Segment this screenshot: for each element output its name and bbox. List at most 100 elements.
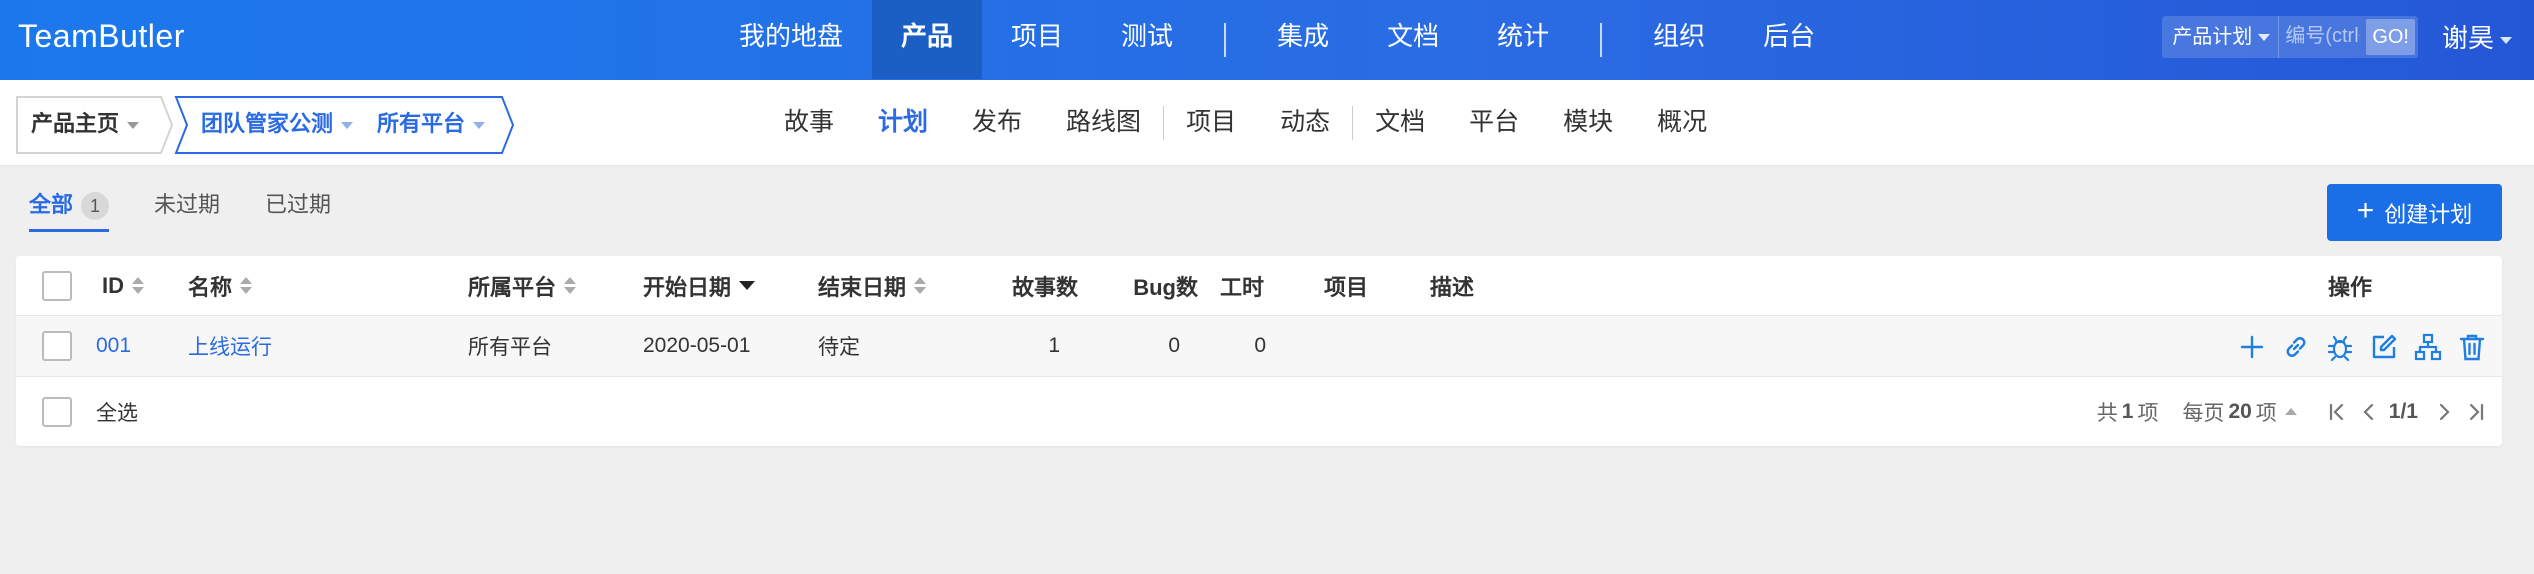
nav-divider: [1224, 22, 1227, 57]
filter-bar: 全部 1 未过期 已过期 + 创建计划: [0, 180, 2534, 241]
header-checkbox-cell: [42, 256, 72, 315]
chevron-down-icon: [127, 121, 140, 129]
select-all-label[interactable]: 全选: [96, 377, 138, 446]
select-all-checkbox[interactable]: [42, 396, 72, 427]
col-description: 描述: [1430, 274, 1475, 300]
prev-page-icon[interactable]: [2361, 401, 2377, 423]
pager-total-suffix: 项: [2137, 401, 2159, 425]
search-input[interactable]: [2278, 15, 2367, 58]
col-platform-label: 所属平台: [468, 274, 557, 300]
subnav-stories[interactable]: 故事: [762, 80, 856, 166]
col-end-label: 结束日期: [818, 274, 907, 300]
nav-my-workspace[interactable]: 我的地盘: [710, 0, 872, 79]
subnav-plans[interactable]: 计划: [856, 80, 950, 166]
chevron-down-icon: [2500, 36, 2512, 44]
chevron-down-icon: [341, 121, 354, 129]
chevron-down-icon: [473, 121, 486, 129]
sort-icon: [132, 277, 144, 294]
col-id-label: ID: [102, 272, 124, 298]
bug-icon[interactable]: [2318, 325, 2362, 369]
col-stories: 故事数: [1011, 274, 1078, 300]
subnav-overview[interactable]: 概况: [1635, 80, 1729, 166]
nav-test[interactable]: 测试: [1092, 0, 1202, 79]
table-header: ID 名称 所属平台 开始日期 结束日期 故事数 Bug数 工时 项目 描述 操…: [16, 256, 2502, 316]
pager-per-prefix: 每页: [2182, 401, 2225, 425]
plus-icon: +: [2356, 194, 2375, 227]
nav-divider: [1600, 22, 1603, 57]
plan-platform: 所有平台: [468, 336, 552, 359]
count-badge: 1: [81, 192, 110, 221]
user-name: 谢昊: [2441, 23, 2494, 53]
subnav-dynamics[interactable]: 动态: [1258, 80, 1352, 166]
sort-icon: [240, 277, 253, 294]
col-id[interactable]: ID: [102, 256, 144, 315]
user-menu[interactable]: 谢昊: [2442, 18, 2512, 55]
nav-docs[interactable]: 文档: [1358, 0, 1468, 79]
row-actions: [2230, 316, 2494, 377]
plan-hours: 0: [1254, 334, 1266, 357]
plan-id-link[interactable]: 001: [96, 316, 131, 376]
subnav-docs[interactable]: 文档: [1353, 80, 1447, 166]
search-type-label: 产品计划: [2172, 25, 2253, 48]
nav-integration[interactable]: 集成: [1248, 0, 1358, 79]
pager-total: 1: [2121, 399, 2134, 423]
chevron-down-icon: [2258, 33, 2271, 41]
filter-expired-tab[interactable]: 已过期: [265, 180, 331, 232]
breadcrumb-product[interactable]: 团队管家公测: [201, 96, 354, 154]
filter-all-label: 全部: [29, 192, 74, 217]
nav-org[interactable]: 组织: [1624, 0, 1734, 79]
brand-logo[interactable]: TeamButler: [18, 0, 185, 73]
plan-end-date: 待定: [818, 336, 860, 359]
filter-all-tab[interactable]: 全部 1: [29, 180, 110, 232]
select-all-header-checkbox[interactable]: [42, 270, 72, 301]
pagination: 共 1 项 每页 20 项 1/1: [2097, 377, 2486, 446]
sitemap-icon[interactable]: [2406, 325, 2450, 369]
subnav-modules[interactable]: 模块: [1541, 80, 1635, 166]
sort-icon: [564, 277, 577, 294]
edit-icon[interactable]: [2362, 325, 2406, 369]
add-icon[interactable]: [2230, 325, 2274, 369]
nav-project[interactable]: 项目: [982, 0, 1092, 79]
plan-start-date: 2020-05-01: [643, 334, 751, 357]
footer-checkbox-cell: [42, 377, 72, 446]
header-right: 产品计划 GO! 谢昊: [2162, 0, 2534, 73]
nav-stats[interactable]: 统计: [1468, 0, 1578, 79]
breadcrumb-product-label: 团队管家公测: [201, 111, 334, 136]
table-footer: 全选 共 1 项 每页 20 项 1/1: [16, 377, 2502, 446]
sort-desc-icon: [739, 281, 756, 290]
search-type-dropdown[interactable]: 产品计划: [2162, 16, 2278, 58]
subnav-releases[interactable]: 发布: [950, 80, 1044, 166]
main-nav: 我的地盘 产品 项目 测试 集成 文档 统计 组织 后台: [710, 0, 1844, 79]
subnav-roadmap[interactable]: 路线图: [1044, 80, 1163, 166]
subnav-projects[interactable]: 项目: [1164, 80, 1258, 166]
chevron-up-icon[interactable]: [2284, 408, 2297, 415]
breadcrumb-platform[interactable]: 所有平台: [377, 96, 486, 154]
col-name[interactable]: 名称: [188, 256, 253, 315]
breadcrumb-home[interactable]: 产品主页: [16, 96, 168, 154]
row-checkbox[interactable]: [42, 331, 72, 361]
last-page-icon[interactable]: [2466, 401, 2486, 423]
next-page-icon[interactable]: [2436, 401, 2452, 423]
subnav-platforms[interactable]: 平台: [1447, 80, 1541, 166]
pager-total-prefix: 共: [2096, 401, 2118, 425]
plan-story-count: 1: [1048, 334, 1060, 357]
pager-per-page[interactable]: 20: [2228, 400, 2251, 424]
col-name-label: 名称: [188, 274, 233, 300]
trash-icon[interactable]: [2450, 325, 2494, 369]
sort-icon: [914, 277, 927, 294]
col-end-date[interactable]: 结束日期: [818, 256, 927, 315]
filter-not-expired-tab[interactable]: 未过期: [154, 180, 220, 232]
col-start-date[interactable]: 开始日期: [643, 256, 756, 315]
pager-page: 1/1: [2388, 399, 2418, 423]
col-start-label: 开始日期: [643, 274, 732, 300]
sub-header: 产品主页 团队管家公测 所有平台 故事 计划 发布 路线图 项目 动态 文档 平…: [0, 80, 2534, 166]
col-platform[interactable]: 所属平台: [468, 256, 577, 315]
plan-table: ID 名称 所属平台 开始日期 结束日期 故事数 Bug数 工时 项目 描述 操…: [16, 256, 2502, 446]
create-plan-button[interactable]: + 创建计划: [2327, 184, 2502, 241]
search-go-button[interactable]: GO!: [2366, 18, 2415, 55]
link-icon[interactable]: [2274, 325, 2318, 369]
first-page-icon[interactable]: [2327, 401, 2347, 423]
nav-product[interactable]: 产品: [872, 0, 983, 79]
nav-admin[interactable]: 后台: [1734, 0, 1844, 79]
plan-name-link[interactable]: 上线运行: [188, 316, 272, 376]
